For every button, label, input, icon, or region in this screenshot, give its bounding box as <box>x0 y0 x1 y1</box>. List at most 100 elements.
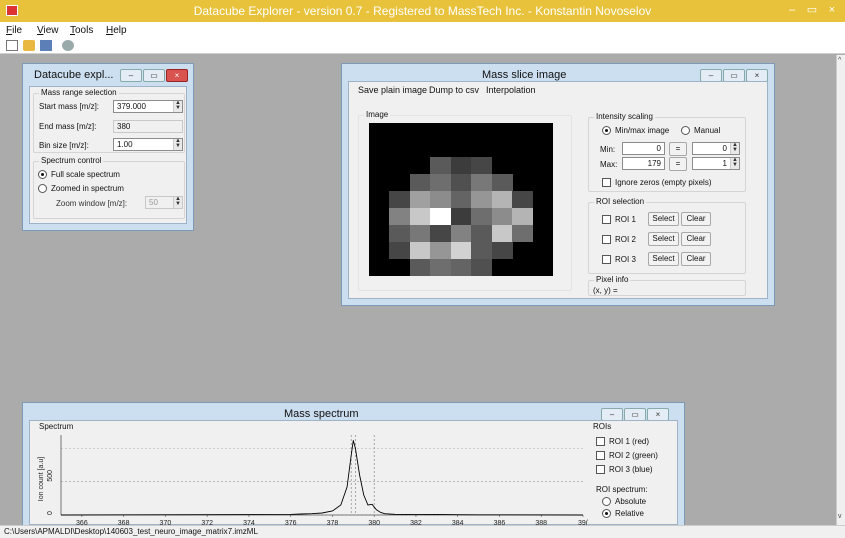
explorer-title: Datacube expl... <box>34 69 114 81</box>
image-pixel <box>471 174 493 191</box>
bin-size-input[interactable]: 1.00 ▲ ▼ <box>113 138 183 151</box>
menu-bar: File View Tools Help <box>0 22 845 38</box>
explorer-maximize-button[interactable]: ▭ <box>143 69 165 82</box>
spectrum-title: Mass spectrum <box>284 408 359 420</box>
minmax-radio[interactable] <box>602 126 611 135</box>
save-plain-image-menu[interactable]: Save plain image <box>358 85 427 95</box>
menu-help[interactable]: Help <box>106 25 127 36</box>
dump-csv-menu[interactable]: Dump to csv <box>429 85 479 95</box>
spectrum-roi2-label: ROI 2 (green) <box>609 451 658 460</box>
spectrum-roi2-checkbox[interactable] <box>596 451 605 460</box>
scroll-up-icon[interactable]: ^ <box>838 57 841 64</box>
roi3-checkbox[interactable] <box>602 255 611 264</box>
image-pixel <box>450 242 472 259</box>
status-bar: C:\Users\APMALDI\Desktop\140603_test_neu… <box>0 525 845 538</box>
app-title-bar[interactable]: Datacube Explorer - version 0.7 - Regist… <box>0 0 845 22</box>
roi2-label: ROI 2 <box>615 235 636 244</box>
bin-size-spinner[interactable]: ▲ ▼ <box>173 138 182 150</box>
image-pixel <box>430 157 452 174</box>
pixel-info-label: Pixel info <box>594 275 631 284</box>
roi-selection-label: ROI selection <box>594 197 647 206</box>
min-input[interactable]: 0 <box>622 142 665 155</box>
start-mass-spinner[interactable]: ▲ ▼ <box>173 100 182 112</box>
maximize-button[interactable]: ▭ <box>803 2 821 18</box>
image-pixel <box>450 174 472 191</box>
roi-selection-group: ROI selection ROI 1 Select Clear ROI 2 S… <box>588 197 746 274</box>
max-input[interactable]: 179 <box>622 157 665 170</box>
min-equal-button[interactable]: = <box>669 142 687 156</box>
ignore-zeros-label: Ignore zeros (empty pixels) <box>615 178 712 187</box>
image-pixel <box>471 191 493 208</box>
image-group-label: Image <box>364 110 391 119</box>
minimize-button[interactable]: – <box>783 2 801 18</box>
image-pixel <box>491 191 513 208</box>
image-pixel <box>471 225 493 242</box>
vertical-scrollbar[interactable]: ^ v <box>836 55 845 525</box>
roi2-select-button[interactable]: Select <box>648 232 679 246</box>
spectrum-roi3-checkbox[interactable] <box>596 465 605 474</box>
relative-radio[interactable] <box>602 509 611 518</box>
min-value: 0 <box>656 144 661 153</box>
disc-icon[interactable] <box>62 40 74 51</box>
image-pixel <box>430 225 452 242</box>
new-file-icon[interactable] <box>6 40 18 51</box>
min-right-input[interactable]: 0 ▲ ▼ <box>692 142 740 155</box>
min-right-value: 0 <box>722 144 727 153</box>
image-pixel <box>430 208 452 225</box>
roi1-select-button[interactable]: Select <box>648 212 679 226</box>
end-mass-field: 380 <box>113 120 183 133</box>
spectrum-roi1-checkbox[interactable] <box>596 437 605 446</box>
start-mass-input[interactable]: 379.000 ▲ ▼ <box>113 100 183 113</box>
spectrum-plot[interactable]: 0500Ion count [a.u]366 368 370 372 374 376 378… <box>31 431 593 527</box>
close-button[interactable]: × <box>823 2 841 18</box>
image-pixel <box>409 174 431 191</box>
image-pixel <box>471 208 493 225</box>
zoom-window-input[interactable]: 50 ▲ ▼ <box>145 196 183 209</box>
roi2-checkbox[interactable] <box>602 235 611 244</box>
image-pixel <box>389 191 411 208</box>
explorer-title-bar[interactable]: Datacube expl... – ▭ × <box>23 64 193 86</box>
image-pixel <box>389 208 411 225</box>
max-right-spinner[interactable]: ▲ ▼ <box>730 157 739 169</box>
menu-file[interactable]: File <box>6 25 22 36</box>
max-right-input[interactable]: 1 ▲ ▼ <box>692 157 740 170</box>
explorer-close-button[interactable]: × <box>166 69 188 82</box>
menu-tools[interactable]: Tools <box>70 25 93 36</box>
roi2-clear-button[interactable]: Clear <box>681 232 711 246</box>
spectrum-control-label: Spectrum control <box>39 156 104 165</box>
image-pixel <box>430 242 452 259</box>
roi3-clear-button[interactable]: Clear <box>681 252 711 266</box>
explorer-minimize-button[interactable]: – <box>120 69 142 82</box>
image-pixel <box>389 242 411 259</box>
absolute-radio[interactable] <box>602 497 611 506</box>
min-label: Min: <box>600 145 616 154</box>
mass-slice-image[interactable] <box>369 123 553 276</box>
start-mass-label: Start mass [m/z]: <box>39 102 100 111</box>
pixel-info-group: Pixel info (x, y) = <box>588 275 746 296</box>
roi1-checkbox[interactable] <box>602 215 611 224</box>
scroll-down-icon[interactable]: v <box>838 513 842 520</box>
image-pixel <box>430 174 452 191</box>
zoom-window-spinner[interactable]: ▲ ▼ <box>173 196 182 208</box>
image-pixel <box>409 242 431 259</box>
manual-radio[interactable] <box>681 126 690 135</box>
menu-view[interactable]: View <box>37 25 59 36</box>
mass-range-group: Mass range selection Start mass [m/z]: 3… <box>33 88 185 153</box>
image-pixel <box>389 225 411 242</box>
interpolation-menu[interactable]: Interpolation <box>486 85 536 95</box>
spectrum-line <box>60 440 584 516</box>
mass-spectrum-window: Mass spectrum – ▭ × Spectrum 0 500 Ion cou… <box>22 402 685 527</box>
open-folder-icon[interactable] <box>23 40 35 51</box>
save-icon[interactable] <box>40 40 52 51</box>
zoomed-radio[interactable] <box>38 184 47 193</box>
end-mass-value: 380 <box>117 122 131 131</box>
roi3-select-button[interactable]: Select <box>648 252 679 266</box>
max-equal-button[interactable]: = <box>669 157 687 171</box>
roi1-clear-button[interactable]: Clear <box>681 212 711 226</box>
min-right-spinner[interactable]: ▲ ▼ <box>730 142 739 154</box>
ignore-zeros-checkbox[interactable] <box>602 178 611 187</box>
relative-label: Relative <box>615 509 644 518</box>
end-mass-label: End mass [m/z]: <box>39 122 97 131</box>
slice-title: Mass slice image <box>482 69 567 81</box>
full-scale-radio[interactable] <box>38 170 47 179</box>
